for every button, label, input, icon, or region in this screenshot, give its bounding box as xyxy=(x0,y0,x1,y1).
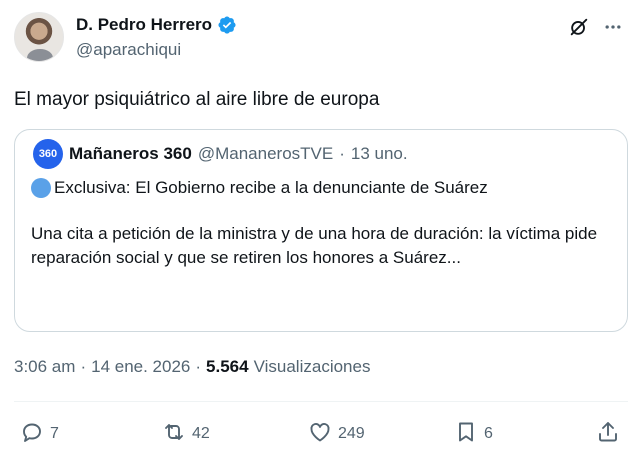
views-count: 5.564 xyxy=(206,357,249,376)
bookmark-icon xyxy=(454,420,478,449)
tweet-time[interactable]: 3:06 am xyxy=(14,357,75,377)
tweet-date[interactable]: 14 ene. 2026 xyxy=(91,357,190,377)
reply-icon xyxy=(20,420,44,449)
grok-icon[interactable] xyxy=(566,14,592,40)
like-button[interactable]: 249 xyxy=(308,418,365,450)
quoted-headline-row: Exclusiva: El Gobierno recibe a la denun… xyxy=(31,176,611,200)
more-icon[interactable] xyxy=(600,14,626,40)
verified-badge-icon[interactable] xyxy=(217,15,237,35)
meta-separator: · xyxy=(80,357,87,376)
tweet-header: D. Pedro Herrero @aparachiqui xyxy=(14,12,626,68)
author-handle[interactable]: @aparachiqui xyxy=(76,40,237,62)
repost-button[interactable]: 42 xyxy=(162,418,210,450)
repost-icon xyxy=(162,420,186,449)
bookmark-button[interactable]: 6 xyxy=(454,418,493,450)
author-display-name[interactable]: D. Pedro Herrero xyxy=(76,15,212,35)
author-names: D. Pedro Herrero @aparachiqui xyxy=(76,14,237,62)
blue-circle-icon xyxy=(31,178,51,198)
quoted-display-name[interactable]: Mañaneros 360 xyxy=(69,144,192,164)
tweet-text: El mayor psiquiátrico al aire libre de e… xyxy=(14,89,380,110)
share-icon xyxy=(596,420,620,449)
author-avatar[interactable] xyxy=(14,12,64,62)
quoted-header: 360 Mañaneros 360 @MananerosTVE · 13 uno… xyxy=(31,139,611,169)
meta-separator: · xyxy=(195,357,202,376)
quoted-timestamp[interactable]: 13 uno. xyxy=(351,144,408,164)
quoted-separator: · xyxy=(339,144,345,163)
like-icon xyxy=(308,420,332,449)
quoted-tweet[interactable]: 360 Mañaneros 360 @MananerosTVE · 13 uno… xyxy=(14,129,628,332)
reply-button[interactable]: 7 xyxy=(20,418,59,450)
display-name-row: D. Pedro Herrero xyxy=(76,14,237,36)
repost-count: 42 xyxy=(192,425,210,442)
action-bar: 7 42 249 6 xyxy=(14,418,628,450)
bookmark-count: 6 xyxy=(484,425,493,442)
views-label: Visualizaciones xyxy=(253,357,371,376)
quoted-headline: Exclusiva: El Gobierno recibe a la denun… xyxy=(54,178,488,197)
quoted-body: Una cita a petición de la ministra y de … xyxy=(31,224,598,267)
quoted-handle[interactable]: @MananerosTVE xyxy=(198,144,333,164)
share-button[interactable] xyxy=(596,418,620,450)
like-count: 249 xyxy=(338,425,365,442)
quoted-avatar[interactable]: 360 xyxy=(33,139,63,169)
tweet-meta: 3:06 am · 14 ene. 2026 · 5.564 Visualiza… xyxy=(14,357,370,377)
reply-count: 7 xyxy=(50,425,59,442)
divider xyxy=(14,401,628,402)
